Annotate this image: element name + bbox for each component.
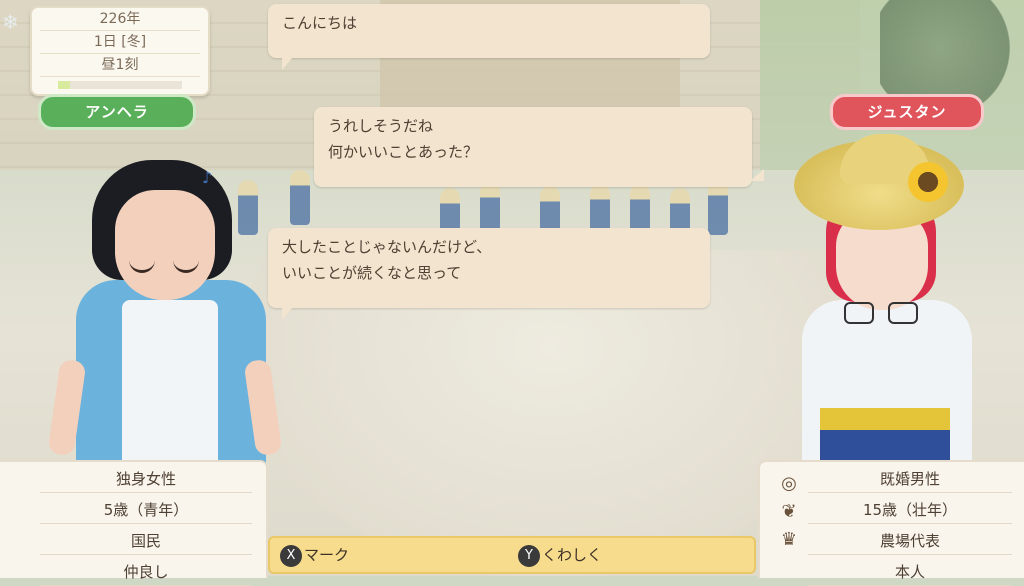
glasses xyxy=(844,302,874,324)
speech-bubble-2: うれしそうだね 何かいいことあった？ xyxy=(314,107,764,187)
details-button[interactable]: Y くわしく xyxy=(518,542,602,568)
dialogue-line: うれしそうだね xyxy=(328,117,434,135)
info-role: 農場代表 xyxy=(808,528,1012,555)
x-key-icon: X xyxy=(280,544,302,567)
info-relationship: 仲良し xyxy=(40,559,252,586)
ring-icon: ◎ xyxy=(781,473,797,494)
name-tag-left: アンヘラ xyxy=(38,94,196,130)
dialogue-line: 何かいいことあった？ xyxy=(328,143,479,161)
info-age: 5歳（青年） xyxy=(40,497,252,524)
snowflake-icon: ❄ xyxy=(2,10,19,34)
calendar-panel: 226年 1日 [冬] 昼1刻 xyxy=(30,6,210,96)
music-note-icon: ♪ xyxy=(202,168,213,187)
info-relationship: 本人 xyxy=(808,559,1012,586)
calendar-day: 1日 [冬] xyxy=(40,31,200,54)
villager xyxy=(290,170,310,225)
character-justan xyxy=(790,134,990,470)
wheat-icon: ❦ xyxy=(781,501,797,522)
info-panel-right: ◎ ❦ ♛ 既婚男性 15歳（壮年） 農場代表 本人 xyxy=(758,460,1024,586)
dialogue-line: いいことが続くなと思って xyxy=(282,264,462,282)
day-progress-fill xyxy=(58,81,71,89)
info-marital-status: 独身女性 xyxy=(40,466,252,493)
info-icons: ◎ ❦ ♛ xyxy=(774,470,804,554)
speech-bubble-3: 大したことじゃないんだけど、 いいことが続くなと思って xyxy=(268,228,710,320)
y-key-icon: Y xyxy=(518,544,540,567)
control-hints-bar: X マーク Y くわしく xyxy=(268,536,756,574)
calendar-year: 226年 xyxy=(40,8,200,31)
glasses xyxy=(888,302,918,324)
closed-eye xyxy=(173,260,199,273)
crown-icon: ♛ xyxy=(780,529,798,550)
villager xyxy=(708,180,728,235)
info-role: 国民 xyxy=(40,528,252,555)
yellow-sash xyxy=(820,408,950,430)
closed-eye xyxy=(129,260,155,273)
white-apron xyxy=(122,300,218,465)
calendar-time: 昼1刻 xyxy=(40,54,200,77)
character-annhera xyxy=(47,160,283,465)
speech-bubble-1: こんにちは xyxy=(268,4,710,70)
info-marital-status: 既婚男性 xyxy=(808,466,1012,493)
sunflower-icon xyxy=(908,162,948,202)
details-button-label: くわしく xyxy=(542,546,603,564)
dialogue-line: 大したことじゃないんだけど、 xyxy=(282,238,492,256)
name-tag-right: ジュスタン xyxy=(830,94,984,130)
mark-button-label: マーク xyxy=(304,546,350,564)
dialogue-line: こんにちは xyxy=(282,14,358,32)
face xyxy=(115,190,215,300)
mark-button[interactable]: X マーク xyxy=(280,542,349,568)
info-panel-left: 独身女性 5歳（青年） 国民 仲良し xyxy=(0,460,268,586)
day-progress-bar xyxy=(58,81,182,89)
info-age: 15歳（壮年） xyxy=(808,497,1012,524)
